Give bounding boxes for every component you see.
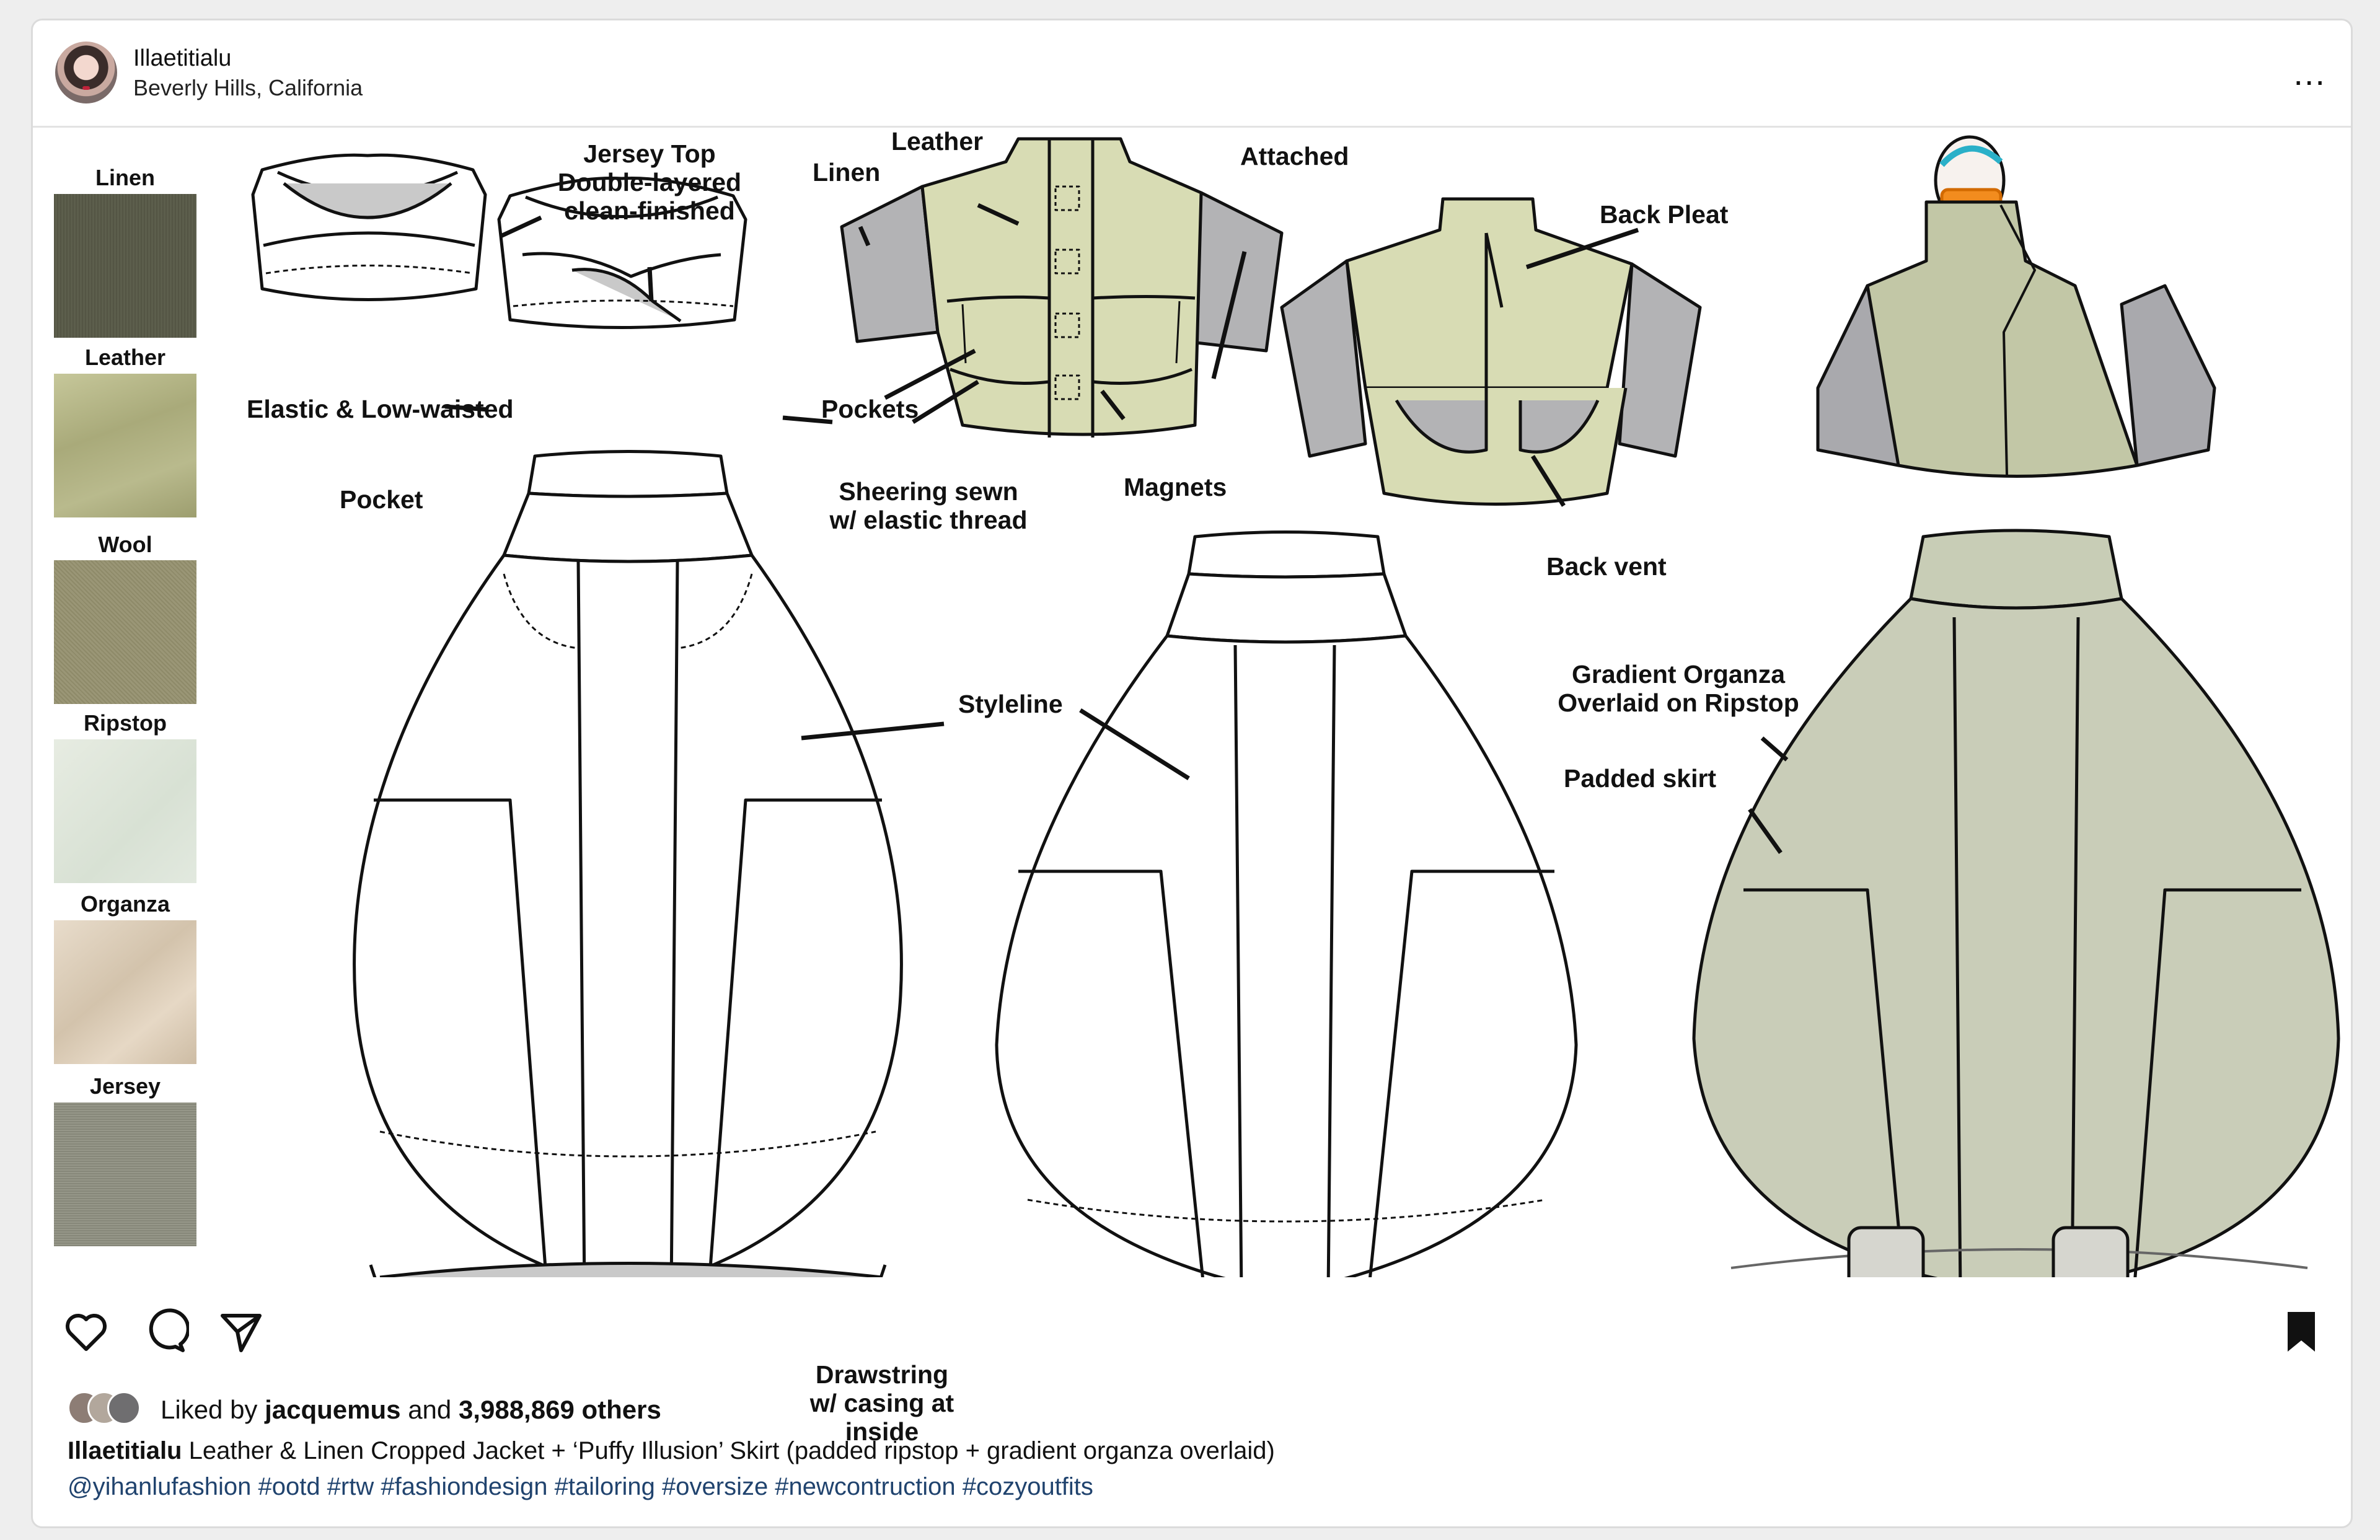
annotation-pockets: Pockets xyxy=(821,395,919,423)
annotation-elastic: Elastic & Low-waisted xyxy=(247,395,514,423)
avatar-detail xyxy=(82,86,90,90)
likes-count[interactable]: 3,988,869 others xyxy=(459,1395,661,1424)
post-username[interactable]: Illaetitialu xyxy=(133,45,231,72)
post-card: Illaetitialu Beverly Hills, California .… xyxy=(31,19,2353,1528)
annotation-padded-skirt: Padded skirt xyxy=(1564,764,1717,793)
caption-text: Leather & Linen Cropped Jacket + ‘Puffy … xyxy=(188,1437,1275,1464)
post-image: Linen Leather Wool Ripstop Organza Jerse… xyxy=(33,127,2351,1446)
annotation-jersey-top: Jersey Top Double-layered clean-finished xyxy=(557,139,742,225)
annotation-sheering: Sheering sewn w/ elastic thread xyxy=(829,477,1028,534)
comment-icon[interactable] xyxy=(139,1307,189,1357)
more-options-icon[interactable]: ... xyxy=(2293,53,2326,93)
annotation-leather: Leather xyxy=(891,127,984,156)
annotation-styleline: Styleline xyxy=(958,690,1063,718)
annotation-magnets: Magnets xyxy=(1124,473,1227,501)
likes-middle: and xyxy=(408,1395,452,1424)
annotation-back-vent: Back vent xyxy=(1546,552,1667,581)
post-header: Illaetitialu Beverly Hills, California .… xyxy=(33,20,2351,128)
post-caption: Illaetitialu Leather & Linen Cropped Jac… xyxy=(68,1437,1275,1465)
bookmark-icon[interactable] xyxy=(2276,1307,2326,1357)
liker-avatar[interactable] xyxy=(107,1391,141,1425)
annotation-back-pleat: Back Pleat xyxy=(1600,200,1729,229)
likes-prefix: Liked by xyxy=(161,1395,258,1424)
jacket-front-sketch xyxy=(840,137,1284,438)
likes-text: Liked by jacquemus and 3,988,869 others xyxy=(161,1395,661,1425)
caption-username[interactable]: Illaetitialu xyxy=(68,1437,182,1464)
annotation-attached: Attached xyxy=(1240,142,1349,170)
annotation-linen: Linen xyxy=(813,158,881,187)
likes-user[interactable]: jacquemus xyxy=(265,1395,400,1424)
fashion-flats-illustration xyxy=(251,135,2340,1277)
skirt-back-sketch xyxy=(995,530,1578,1277)
post-actions: Liked by jacquemus and 3,988,869 others … xyxy=(33,1277,2351,1525)
jersey-top-front-sketch xyxy=(251,153,487,301)
post-hashtags[interactable]: @yihanlufashion #ootd #rtw #fashiondesig… xyxy=(68,1473,1093,1501)
annotation-gradient-organza: Gradient Organza Overlaid on Ripstop xyxy=(1558,660,1799,717)
send-icon[interactable] xyxy=(216,1307,266,1357)
annotation-pocket: Pocket xyxy=(340,485,423,514)
jacket-back-sketch xyxy=(1280,197,1702,506)
post-location[interactable]: Beverly Hills, California xyxy=(133,75,363,101)
heart-icon[interactable] xyxy=(61,1307,111,1357)
avatar[interactable] xyxy=(55,42,117,103)
skirt-front-sketch xyxy=(353,450,903,1277)
